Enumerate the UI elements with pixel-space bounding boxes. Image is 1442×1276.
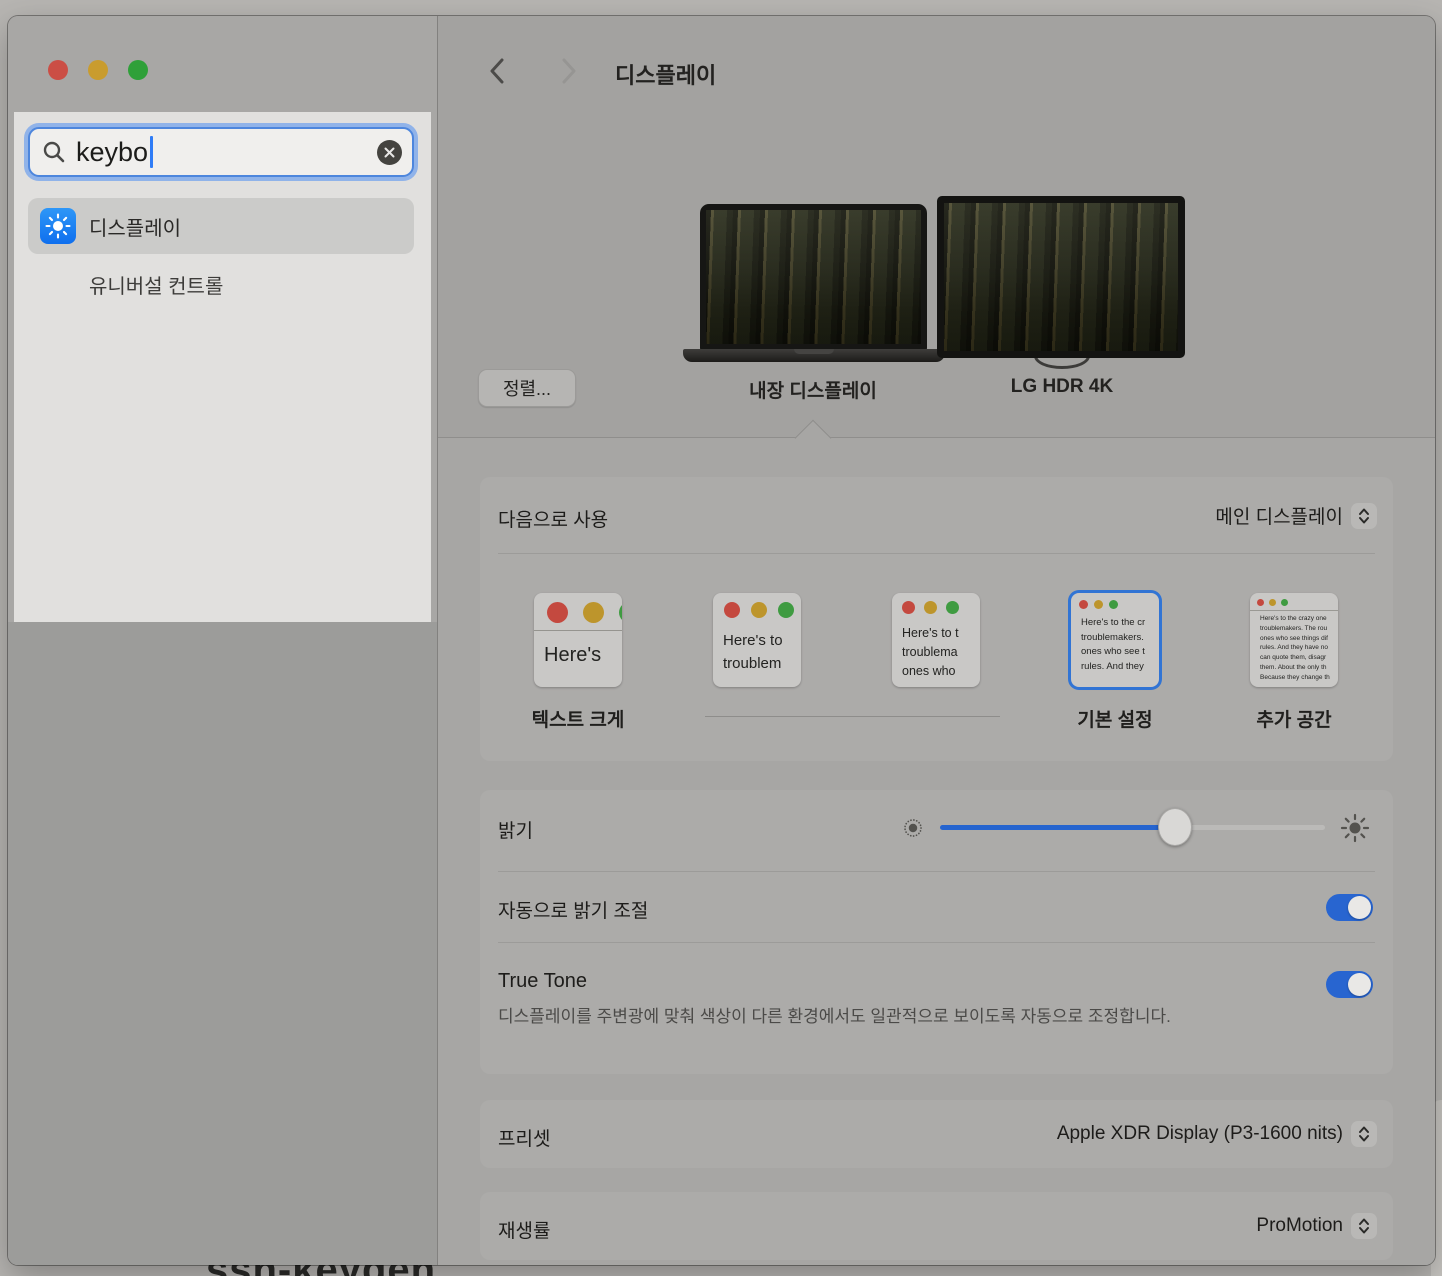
window-traffic-lights — [534, 593, 622, 631]
window-traffic-lights — [892, 593, 980, 619]
close-icon — [383, 146, 396, 159]
display-brightness-icon — [40, 208, 76, 244]
scaling-option-1[interactable]: Here's totroublem — [713, 593, 801, 687]
search-result-display[interactable]: 디스플레이 — [28, 198, 414, 254]
auto-brightness-toggle[interactable] — [1326, 894, 1373, 921]
search-icon — [42, 140, 66, 164]
scaling-option-label: 기본 설정 — [1035, 705, 1195, 732]
use-as-value: 메인 디스플레이 — [1215, 502, 1343, 529]
preset-value: Apple XDR Display (P3-1600 nits) — [1057, 1123, 1343, 1145]
popup-stepper-icon — [1351, 503, 1377, 529]
page-title: 디스플레이 — [615, 58, 716, 90]
use-as-popup[interactable]: 메인 디스플레이 — [1215, 502, 1377, 529]
scaling-option-3[interactable]: Here's to the crtroublemakers.ones who s… — [1071, 593, 1159, 687]
toggle-knob — [1348, 973, 1371, 996]
refresh-rate-card: 재생률 ProMotion — [480, 1192, 1393, 1260]
built-in-display-thumbnail[interactable] — [700, 204, 927, 350]
arrange-displays-button[interactable]: 정렬... — [478, 369, 576, 407]
preview-text: Here's to ttroublemaones who — [892, 619, 980, 681]
back-button[interactable] — [482, 56, 512, 86]
brightness-slider-knob[interactable] — [1158, 808, 1192, 846]
window-traffic-lights — [713, 593, 801, 623]
row-divider — [498, 553, 1375, 554]
sidebar-divider — [437, 16, 438, 1265]
search-query-text: keybo — [76, 137, 148, 168]
refresh-rate-value: ProMotion — [1256, 1215, 1343, 1237]
scaling-option-2[interactable]: Here's to ttroublemaones who — [892, 593, 980, 687]
section-divider — [438, 437, 1435, 438]
display-settings-card: 다음으로 사용 메인 디스플레이 Here's 텍스트 크게 Here's totr… — [480, 477, 1393, 761]
fullscreen-button[interactable] — [128, 60, 148, 80]
search-result-label: 디스플레이 — [89, 212, 181, 241]
window-controls — [48, 60, 148, 80]
built-in-display-label: 내장 디스플레이 — [693, 376, 933, 403]
text-caret — [150, 136, 153, 168]
brightness-slider[interactable] — [940, 825, 1325, 830]
laptop-base — [683, 349, 945, 362]
search-input[interactable]: keybo — [28, 127, 414, 177]
sidebar: keybo — [8, 16, 437, 1265]
brightness-low-icon — [902, 817, 924, 844]
preview-text: Here's to the crazy onetroublemakers. Th… — [1250, 611, 1338, 683]
search-result-universal-control[interactable]: 유니버설 컨트롤 — [28, 262, 414, 306]
external-display-thumbnail[interactable] — [937, 196, 1185, 358]
toggle-knob — [1348, 896, 1371, 919]
brightness-slider-fill — [940, 825, 1175, 830]
sidebar-background — [8, 622, 437, 1265]
popup-stepper-icon — [1351, 1213, 1377, 1239]
window-traffic-lights — [1071, 593, 1159, 613]
scaling-option-label: 텍스트 크게 — [498, 705, 658, 732]
row-divider — [498, 871, 1375, 872]
row-divider — [498, 942, 1375, 943]
scaling-option-4[interactable]: Here's to the crazy onetroublemakers. Th… — [1250, 593, 1338, 687]
preview-text: Here's totroublem — [713, 623, 801, 675]
preset-card: 프리셋 Apple XDR Display (P3-1600 nits) — [480, 1100, 1393, 1168]
scaling-option-label: 추가 공간 — [1214, 705, 1374, 732]
popup-stepper-icon — [1351, 1121, 1377, 1147]
chevron-left-icon — [489, 58, 505, 84]
refresh-rate-popup[interactable]: ProMotion — [1256, 1213, 1377, 1239]
use-as-label: 다음으로 사용 — [498, 505, 608, 532]
wallpaper-preview — [706, 210, 921, 344]
true-tone-description: 디스플레이를 주변광에 맞춰 색상이 다른 환경에서도 일관적으로 보이도록 자… — [498, 1002, 1258, 1032]
scaling-label-divider — [705, 716, 1000, 717]
minimize-button[interactable] — [88, 60, 108, 80]
window-traffic-lights — [1250, 593, 1338, 611]
main-panel: 디스플레이 내장 디스플레이 LG HDR 4K 정렬... 다음으로 사용 메… — [438, 16, 1435, 1265]
chevron-right-icon — [561, 58, 577, 84]
desktop: ssh-keygen s keybo — [0, 0, 1442, 1276]
brightness-high-icon — [1340, 813, 1370, 848]
preset-label: 프리셋 — [498, 1124, 550, 1151]
wallpaper-preview — [944, 203, 1178, 351]
scaling-option-0[interactable]: Here's — [534, 593, 622, 687]
close-button[interactable] — [48, 60, 68, 80]
preview-text: Here's — [534, 631, 622, 670]
brightness-label: 밝기 — [498, 816, 533, 843]
refresh-rate-label: 재생률 — [498, 1216, 550, 1243]
laptop-notch — [794, 349, 834, 354]
preview-text: Here's to the crtroublemakers.ones who s… — [1071, 613, 1159, 674]
preset-popup[interactable]: Apple XDR Display (P3-1600 nits) — [1057, 1121, 1377, 1147]
system-settings-window: keybo — [8, 16, 1435, 1265]
true-tone-label: True Tone — [498, 970, 587, 993]
clear-search-button[interactable] — [377, 140, 402, 165]
external-display-label: LG HDR 4K — [942, 376, 1182, 398]
true-tone-toggle[interactable] — [1326, 971, 1373, 998]
auto-brightness-label: 자동으로 밝기 조절 — [498, 896, 648, 923]
search-results-panel: keybo — [14, 112, 431, 622]
search-result-label: 유니버설 컨트롤 — [89, 270, 223, 299]
brightness-card: 밝기 — [480, 790, 1393, 1074]
forward-button[interactable] — [554, 56, 584, 86]
